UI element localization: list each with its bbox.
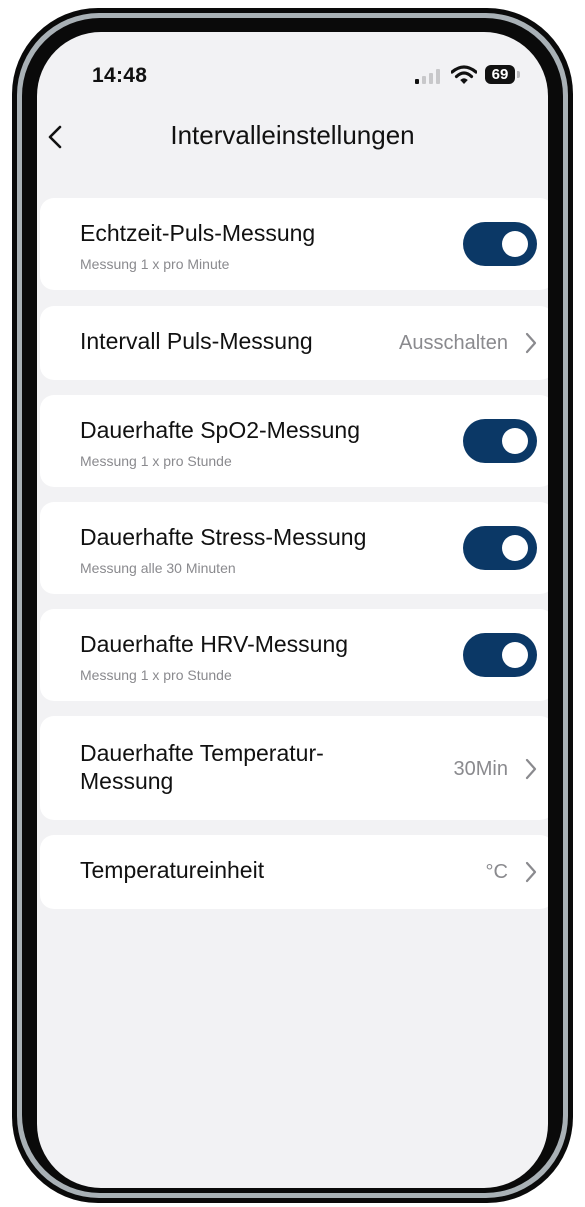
- spo2-sub: Messung 1 x pro Stunde: [80, 453, 232, 469]
- interval-pulse-row[interactable]: Intervall Puls-Messung Ausschalten: [40, 306, 548, 380]
- temperature-label-line2: Messung: [80, 768, 174, 794]
- temp-unit-value: °C: [485, 861, 508, 883]
- realtime-pulse-toggle[interactable]: [463, 222, 537, 266]
- temp-unit-row[interactable]: Temperatureinheit °C: [40, 835, 548, 909]
- toggle-knob: [502, 428, 528, 454]
- chevron-right-icon: [525, 861, 537, 883]
- spo2-label: Dauerhafte SpO2-Messung: [80, 417, 360, 443]
- battery-nub: [517, 71, 520, 78]
- signal-icon: [415, 69, 441, 84]
- realtime-pulse-sub: Messung 1 x pro Minute: [80, 256, 230, 272]
- hrv-sub: Messung 1 x pro Stunde: [80, 667, 232, 683]
- toggle-knob: [502, 642, 528, 668]
- realtime-pulse-row: Echtzeit-Puls-Messung Messung 1 x pro Mi…: [40, 198, 548, 290]
- temperature-label-line1: Dauerhafte Temperatur-: [80, 740, 324, 766]
- stress-label: Dauerhafte Stress-Messung: [80, 524, 367, 550]
- hrv-label: Dauerhafte HRV-Messung: [80, 631, 349, 657]
- status-time: 14:48: [92, 64, 148, 87]
- battery-icon: 69: [485, 65, 515, 84]
- interval-pulse-label: Intervall Puls-Messung: [80, 328, 313, 354]
- interval-pulse-value: Ausschalten: [399, 332, 508, 354]
- stress-sub: Messung alle 30 Minuten: [80, 560, 236, 576]
- toggle-knob: [502, 231, 528, 257]
- toggle-knob: [502, 535, 528, 561]
- spo2-toggle[interactable]: [463, 419, 537, 463]
- stress-toggle[interactable]: [463, 526, 537, 570]
- wifi-icon: [451, 65, 477, 84]
- hrv-row: Dauerhafte HRV-Messung Messung 1 x pro S…: [40, 609, 548, 701]
- page-title: Intervalleinstellungen: [170, 120, 415, 150]
- stress-row: Dauerhafte Stress-Messung Messung alle 3…: [40, 502, 548, 594]
- chevron-right-icon: [525, 758, 537, 780]
- chevron-right-icon: [525, 332, 537, 354]
- temperature-value: 30Min: [453, 758, 508, 780]
- hrv-toggle[interactable]: [463, 633, 537, 677]
- realtime-pulse-label: Echtzeit-Puls-Messung: [80, 220, 316, 246]
- temp-unit-label: Temperatureinheit: [80, 857, 265, 883]
- temperature-row[interactable]: Dauerhafte Temperatur- Messung 30Min: [40, 716, 548, 820]
- screen: 14:48 69 Intervalleinstellungen Echtzeit…: [37, 32, 548, 1188]
- spo2-row: Dauerhafte SpO2-Messung Messung 1 x pro …: [40, 395, 548, 487]
